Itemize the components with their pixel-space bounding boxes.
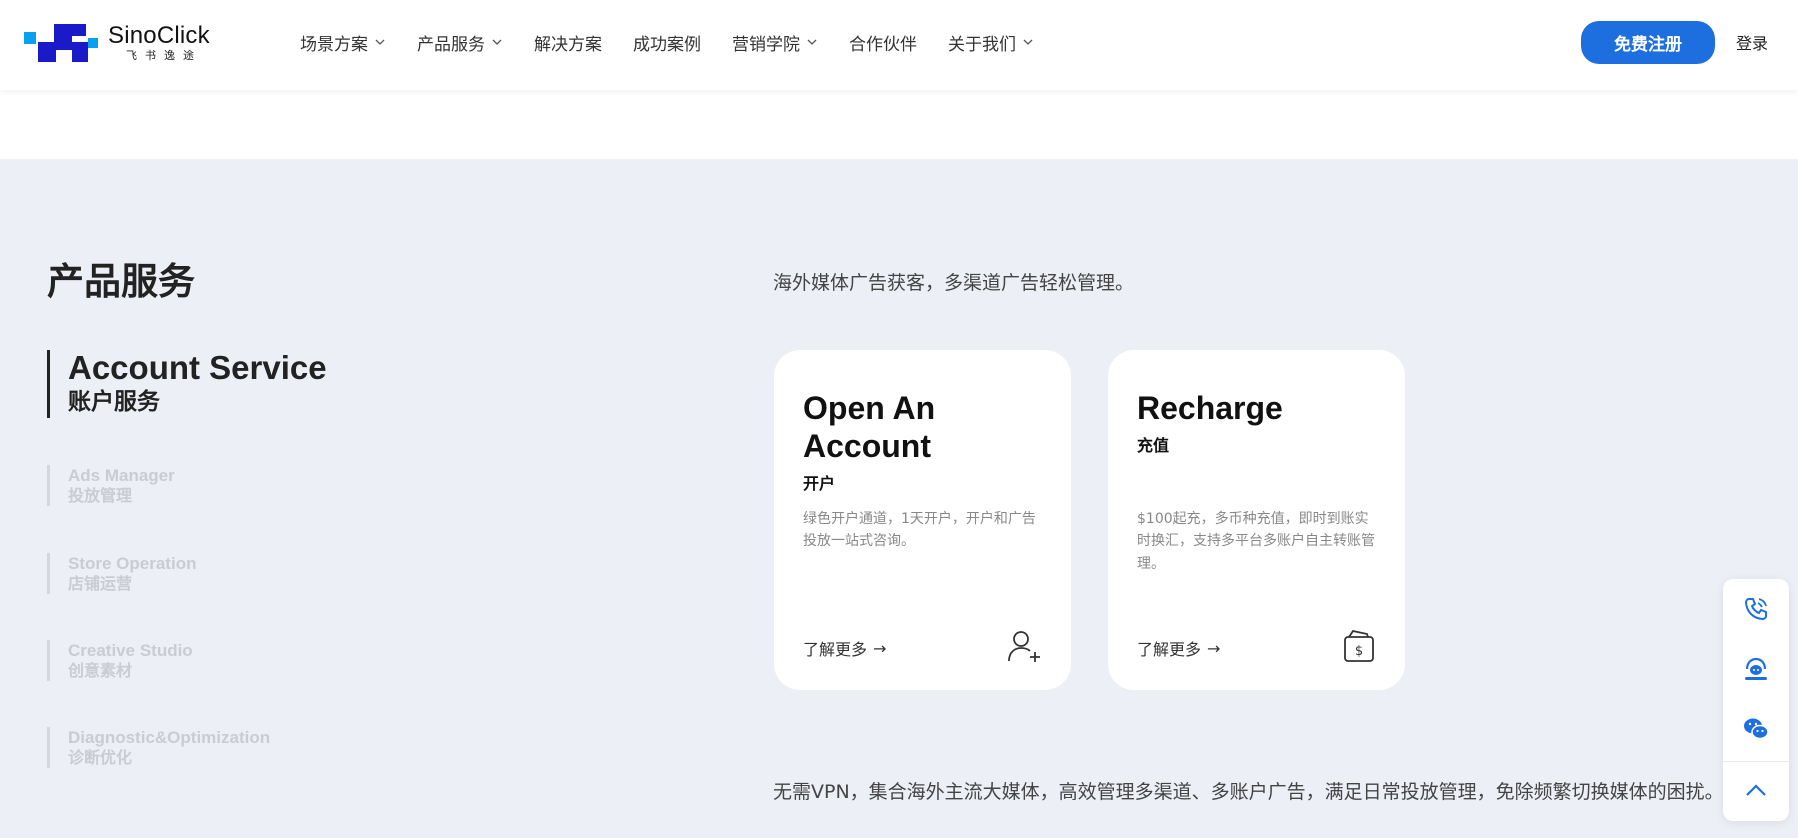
logo-subtitle: 飞书逸途	[126, 48, 202, 62]
nav-item-partners[interactable]: 合作伙伴	[849, 30, 917, 55]
header-spacer	[0, 90, 1798, 159]
wallet-icon: $	[1344, 629, 1374, 662]
phone-button[interactable]	[1723, 579, 1789, 639]
register-button[interactable]: 免费注册	[1581, 21, 1715, 64]
tab-creative-studio[interactable]: Creative Studio 创意素材	[47, 640, 193, 682]
floating-toolbar	[1723, 579, 1789, 821]
tab-account-service[interactable]: Account Service 账户服务	[47, 349, 327, 419]
card-title: Recharge	[1137, 390, 1283, 426]
tab-label-en: Ads Manager	[68, 466, 175, 485]
wechat-icon	[1744, 718, 1769, 740]
arrow-right-icon: →	[873, 638, 887, 658]
customer-service-icon	[1745, 657, 1767, 680]
logo[interactable]: SinoClick 飞书逸途	[24, 22, 210, 62]
nav-item-label: 营销学院	[732, 34, 800, 55]
nav-item-label: 场景方案	[300, 34, 368, 55]
svg-text:$: $	[1355, 644, 1363, 659]
section-subtitle: 海外媒体广告获客，多渠道广告轻松管理。	[773, 272, 1135, 294]
wechat-button[interactable]	[1723, 699, 1789, 759]
main-nav: 场景方案 产品服务 解决方案 成功案例 营销学院 合作伙伴 关于我们	[300, 0, 1065, 84]
nav-item-academy[interactable]: 营销学院	[732, 30, 818, 55]
section-title: 产品服务	[47, 260, 195, 303]
nav-item-label: 解决方案	[534, 34, 602, 55]
tab-ads-manager[interactable]: Ads Manager 投放管理	[47, 465, 175, 507]
tab-diagnostic-optimization[interactable]: Diagnostic&Optimization 诊断优化	[47, 727, 271, 769]
arrow-right-icon: →	[1207, 638, 1221, 658]
back-to-top-icon	[1746, 784, 1766, 796]
chevron-down-icon	[1023, 39, 1033, 45]
tab-label-en: Creative Studio	[68, 641, 193, 660]
chevron-down-icon	[375, 39, 385, 45]
service-card-open-account[interactable]: Open An Account 开户 绿色开户通道，1天开户，开户和广告投放一站…	[774, 350, 1071, 690]
nav-item-scenarios[interactable]: 场景方案	[300, 30, 386, 55]
tab-store-operation[interactable]: Store Operation 店铺运营	[47, 553, 197, 595]
nav-item-label: 产品服务	[417, 34, 485, 55]
chevron-down-icon	[492, 39, 502, 45]
bottom-description: 无需VPN，集合海外主流大媒体，高效管理多渠道、多账户广告，满足日常投放管理，免…	[773, 781, 1724, 803]
nav-item-label: 成功案例	[633, 34, 701, 55]
service-card-recharge[interactable]: Recharge 充值 $100起充，多币种充值，即时到账实时换汇，支持多平台多…	[1108, 350, 1405, 690]
card-subtitle: 充值	[1137, 436, 1170, 455]
learn-more-link[interactable]: 了解更多 →	[803, 636, 886, 660]
nav-item-about[interactable]: 关于我们	[948, 30, 1034, 55]
logo-mark-icon	[24, 22, 98, 62]
learn-more-label: 了解更多	[803, 640, 868, 659]
tab-label-en: Diagnostic&Optimization	[68, 728, 271, 747]
tab-label-zh: 投放管理	[68, 486, 133, 506]
nav-item-label: 关于我们	[948, 34, 1016, 55]
nav-item-cases[interactable]: 成功案例	[633, 30, 701, 55]
tab-label-zh: 账户服务	[68, 389, 160, 416]
card-description: 绿色开户通道，1天开户，开户和广告投放一站式咨询。	[803, 511, 1036, 550]
logo-name: SinoClick	[108, 21, 210, 49]
tab-label-en: Account Service	[68, 349, 327, 386]
tab-label-en: Store Operation	[68, 554, 197, 573]
back-to-top-button[interactable]	[1723, 761, 1789, 821]
nav-item-products[interactable]: 产品服务	[417, 30, 503, 55]
nav-item-solutions[interactable]: 解决方案	[534, 30, 602, 55]
login-link[interactable]: 登录	[1736, 30, 1768, 54]
tab-label-zh: 创意素材	[68, 661, 133, 681]
tab-label-zh: 店铺运营	[68, 574, 133, 594]
nav-item-label: 合作伙伴	[849, 34, 917, 55]
site-header: SinoClick 飞书逸途 场景方案 产品服务 解决方案 成功案例 营销学院 …	[0, 0, 1798, 90]
phone-icon	[1744, 598, 1767, 621]
card-subtitle: 开户	[803, 474, 836, 493]
tab-label-zh: 诊断优化	[68, 748, 133, 768]
customer-service-button[interactable]	[1723, 639, 1789, 699]
card-title: Open An Account	[803, 390, 936, 464]
card-description: $100起充，多币种充值，即时到账实时换汇，支持多平台多账户自主转账管理。	[1137, 511, 1375, 572]
learn-more-link[interactable]: 了解更多 →	[1137, 636, 1220, 660]
chevron-down-icon	[807, 39, 817, 45]
add-user-icon	[1008, 631, 1040, 662]
learn-more-label: 了解更多	[1137, 640, 1202, 659]
